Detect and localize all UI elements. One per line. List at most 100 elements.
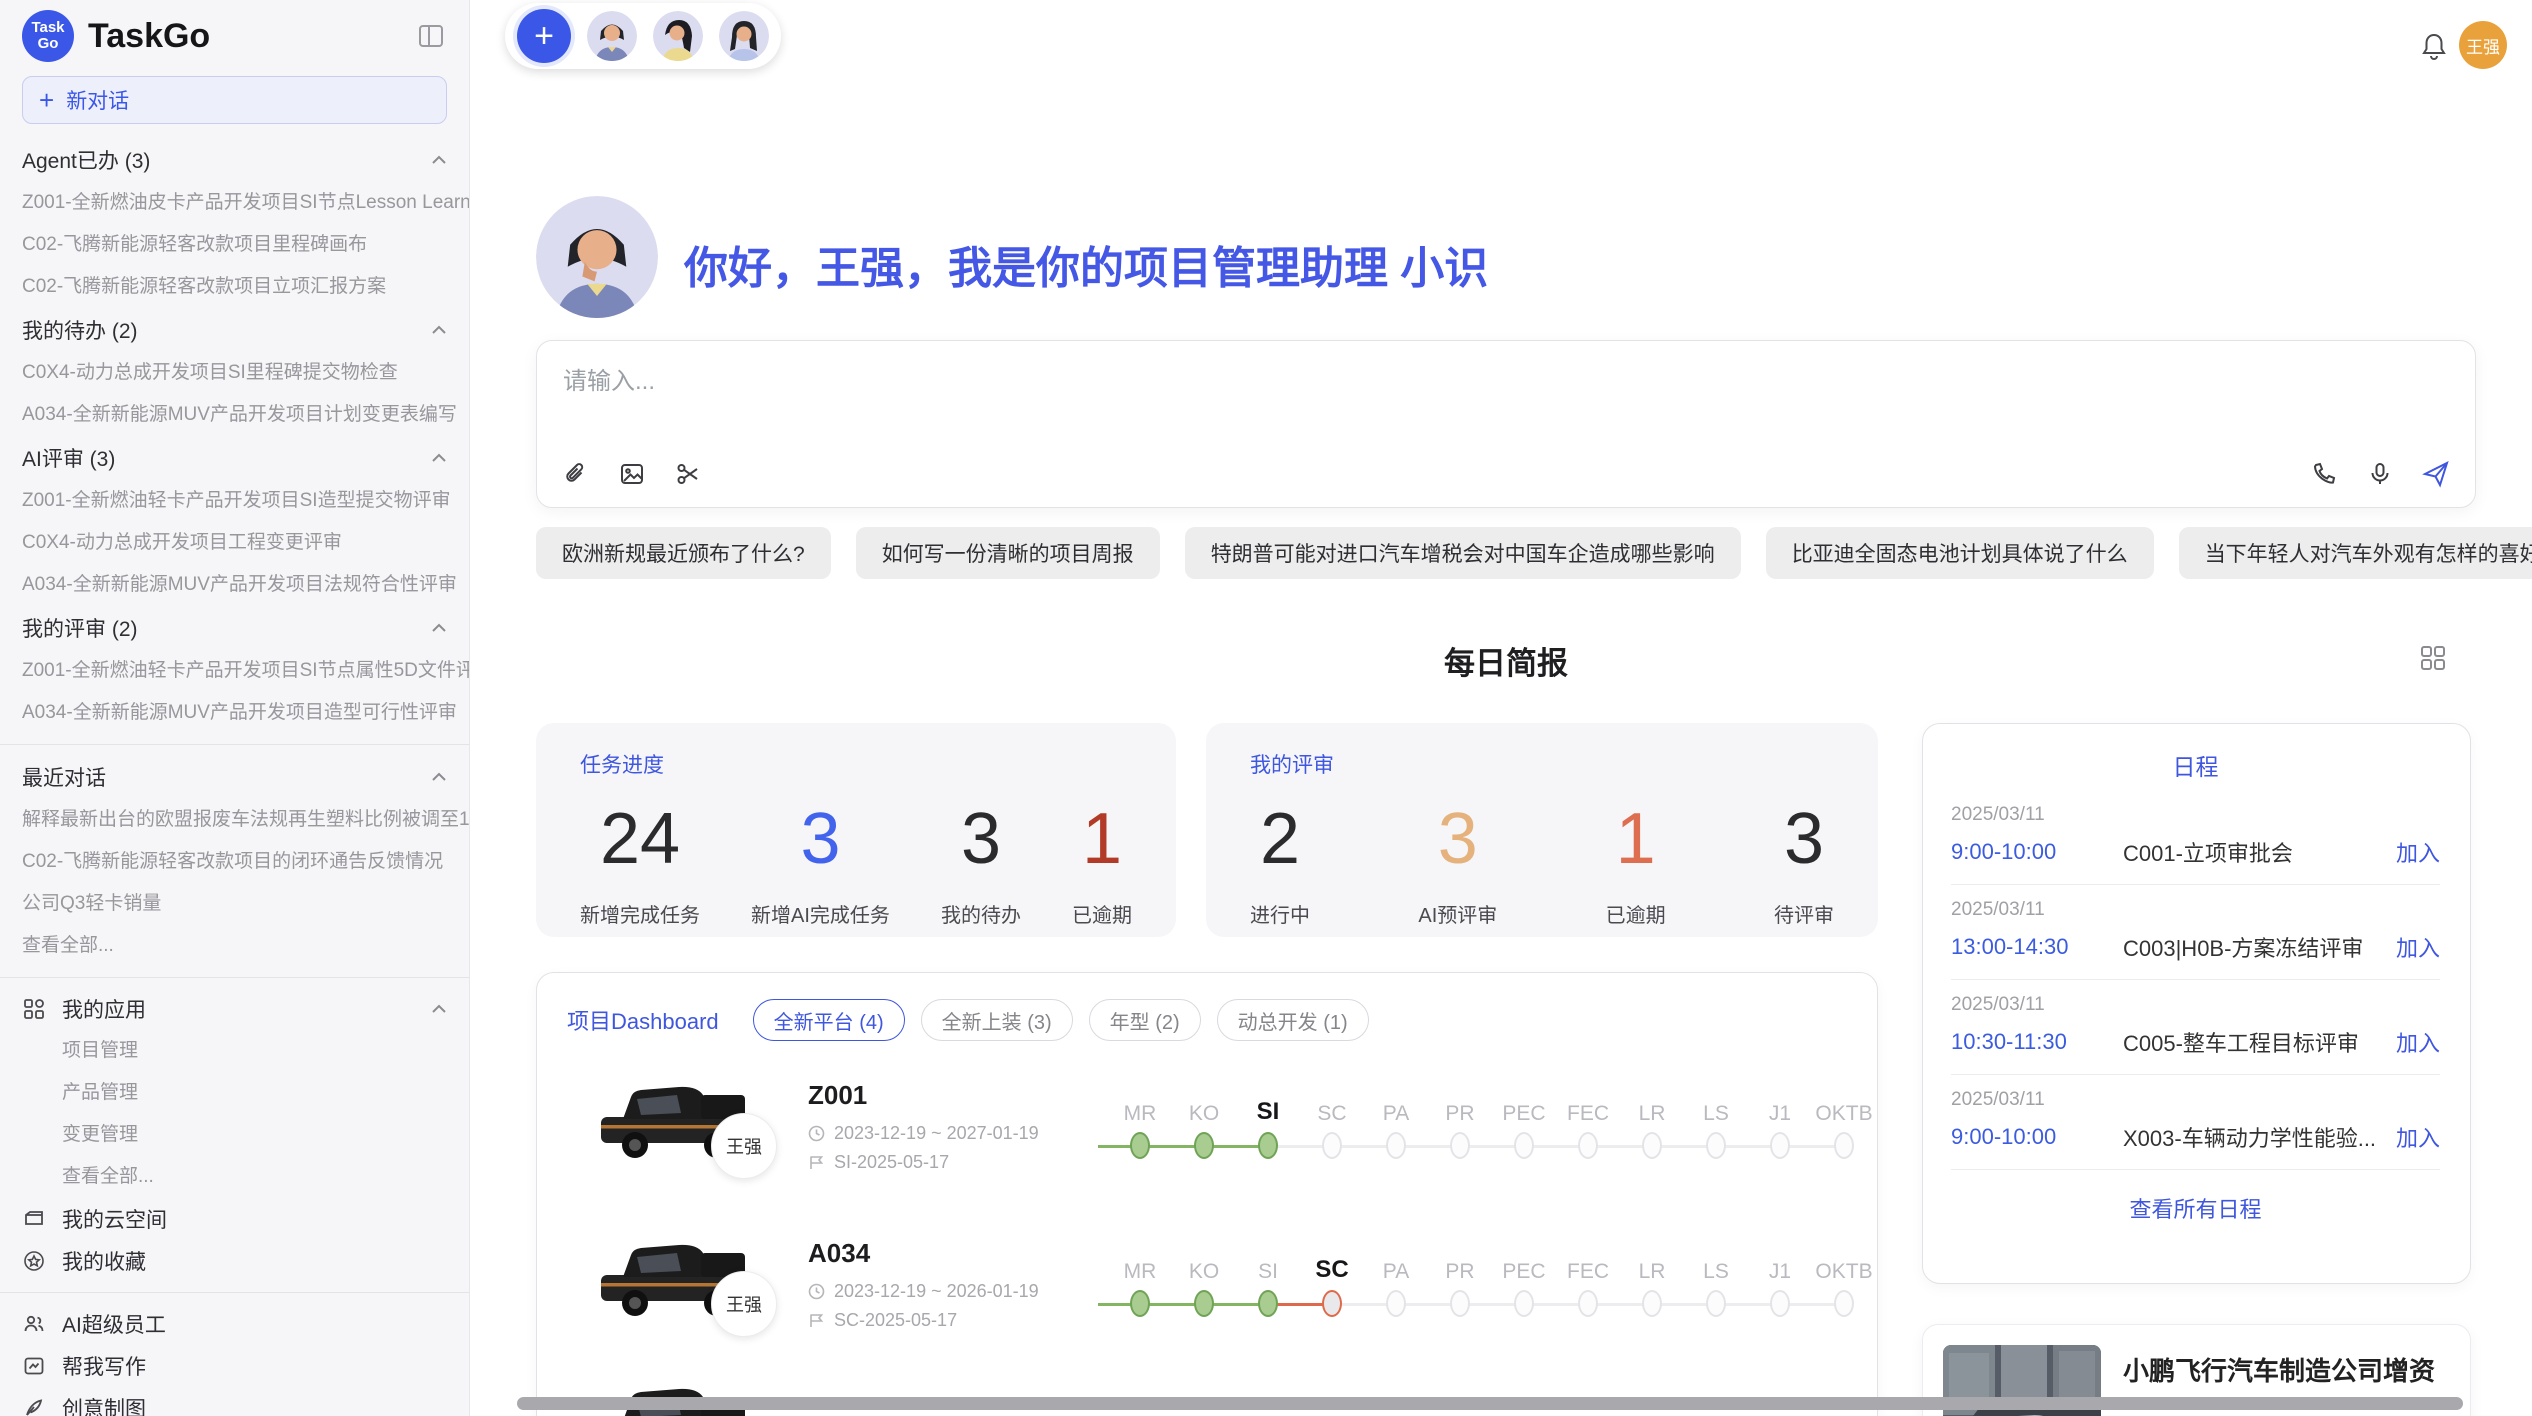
new-conversation-button[interactable]: +: [517, 9, 571, 63]
event-name: C003|H0B-方案冻结评审: [2123, 931, 2386, 963]
sidebar-item-favorites[interactable]: 我的收藏: [0, 1240, 469, 1282]
suggestion-chip[interactable]: 当下年轻人对汽车外观有怎样的喜好趋势: [2179, 527, 2532, 579]
stat: 1 已逾期: [1606, 803, 1666, 928]
section-list-recent: 解释最新出台的欧盟报废车法规再生塑料比例被调至15%... C02-飞腾新能源轻…: [0, 799, 469, 967]
join-button[interactable]: 加入: [2396, 1026, 2440, 1058]
card-title: 任务进度: [580, 749, 1132, 779]
notifications-bell-icon[interactable]: [2418, 30, 2450, 62]
agent-avatar-3[interactable]: [719, 11, 769, 61]
layout-grid-icon[interactable]: [2418, 643, 2448, 673]
attachment-icon[interactable]: [561, 459, 591, 489]
sidebar-toggle-icon[interactable]: [415, 20, 447, 52]
join-button[interactable]: 加入: [2396, 1121, 2440, 1153]
sidebar-item[interactable]: 变更管理: [0, 1114, 469, 1156]
milestone-dot-j1: [1770, 1132, 1790, 1159]
flag-icon: [808, 1154, 825, 1171]
project-dashboard-card: 项目Dashboard 全新平台 (4) 全新上装 (3) 年型 (2) 动总开…: [536, 972, 1878, 1416]
sidebar-item[interactable]: C02-飞腾新能源轻客改款项目的闭环通告反馈情况: [0, 841, 469, 883]
sidebar-item[interactable]: Z001-全新燃油轻卡产品开发项目SI节点属性5D文件评审: [0, 650, 469, 692]
divider: [0, 1292, 469, 1293]
milestone-lr: LR: [1620, 1248, 1684, 1320]
horizontal-scrollbar[interactable]: [517, 1397, 2463, 1410]
milestone-j1: J1: [1748, 1248, 1812, 1320]
briefing-title: 每日简报: [536, 638, 2476, 683]
section-header-agent-done[interactable]: Agent已办 (3): [0, 138, 469, 182]
sidebar-item[interactable]: A034-全新新能源MUV产品开发项目法规符合性评审: [0, 564, 469, 606]
sidebar-item-ai-super-staff[interactable]: AI超级员工: [0, 1303, 469, 1345]
project-code: Z001: [808, 1080, 1108, 1111]
join-button[interactable]: 加入: [2396, 931, 2440, 963]
dashboard-filter[interactable]: 动总开发 (1): [1217, 999, 1369, 1041]
stat-label: 新增完成任务: [580, 899, 700, 928]
sidebar-item[interactable]: 查看全部...: [0, 1156, 469, 1198]
suggestion-chip[interactable]: 比亚迪全固态电池计划具体说了什么: [1766, 527, 2154, 579]
section-header-my-todo[interactable]: 我的待办 (2): [0, 308, 469, 352]
section-header-my-review[interactable]: 我的评审 (2): [0, 606, 469, 650]
flag-icon: [808, 1312, 825, 1329]
view-all-schedule-link[interactable]: 查看所有日程: [1951, 1170, 2440, 1246]
stat-value: 24: [600, 803, 680, 875]
chevron-up-icon: [431, 325, 447, 335]
stat-label: 已逾期: [1606, 899, 1666, 928]
dashboard-filter[interactable]: 全新平台 (4): [753, 999, 905, 1041]
milestone-pr: PR: [1428, 1248, 1492, 1320]
sidebar-item[interactable]: 公司Q3轻卡销量: [0, 883, 469, 925]
sidebar-item[interactable]: 产品管理: [0, 1072, 469, 1114]
milestone-si: SI: [1236, 1248, 1300, 1320]
milestone-dot-j1: [1770, 1290, 1790, 1317]
sidebar-item-creative-draw[interactable]: 创意制图: [0, 1387, 469, 1416]
sidebar-item-my-apps[interactable]: 我的应用: [0, 988, 469, 1030]
suggestion-chip[interactable]: 欧洲新规最近颁布了什么?: [536, 527, 831, 579]
sidebar-item[interactable]: 查看全部...: [0, 925, 469, 967]
sidebar-item[interactable]: C02-飞腾新能源轻客改款项目里程碑画布: [0, 224, 469, 266]
suggestion-chip[interactable]: 特朗普可能对进口汽车增税会对中国车企造成哪些影响: [1185, 527, 1741, 579]
sidebar-item[interactable]: 项目管理: [0, 1030, 469, 1072]
sidebar-item-help-write[interactable]: 帮我写作: [0, 1345, 469, 1387]
milestone-dot-pec: [1514, 1132, 1534, 1159]
section-header-ai-review[interactable]: AI评审 (3): [0, 436, 469, 480]
dashboard-filter[interactable]: 全新上装 (3): [921, 999, 1073, 1041]
section-list-agent-done: Z001-全新燃油皮卡产品开发项目SI节点Lesson Learn报告 C02-…: [0, 182, 469, 308]
agent-avatar-1[interactable]: [587, 11, 637, 61]
project-row[interactable]: 王强 A034 2023-12-19 ~ 2026-01-19 SC-2025-…: [537, 1205, 1877, 1363]
schedule-event: 2025/03/11 10:30-11:30 C005-整车工程目标评审 加入: [1951, 980, 2440, 1075]
sidebar-item[interactable]: Z001-全新燃油轻卡产品开发项目SI造型提交物评审: [0, 480, 469, 522]
clock-icon: [808, 1283, 825, 1300]
sidebar-item[interactable]: C0X4-动力总成开发项目SI里程碑提交物检查: [0, 352, 469, 394]
sidebar-item-cloud-space[interactable]: 我的云空间: [0, 1198, 469, 1240]
milestone-dot-oktb: [1834, 1290, 1854, 1317]
milestone-track: MRKOSISCPAPRPECFECLRLSJ1OKTB: [1108, 1090, 1876, 1162]
suggestion-chip[interactable]: 如何写一份清晰的项目周报: [856, 527, 1160, 579]
new-chat-button[interactable]: + 新对话: [22, 76, 447, 124]
image-icon[interactable]: [617, 459, 647, 489]
sidebar-item[interactable]: C02-飞腾新能源轻客改款项目立项汇报方案: [0, 266, 469, 308]
dashboard-filter[interactable]: 年型 (2): [1089, 999, 1201, 1041]
agent-avatar-2[interactable]: [653, 11, 703, 61]
send-icon[interactable]: [2421, 459, 2451, 489]
phone-call-icon[interactable]: [2309, 459, 2339, 489]
project-dates: 2023-12-19 ~ 2026-01-19: [834, 1281, 1039, 1302]
join-button[interactable]: 加入: [2396, 836, 2440, 868]
sidebar-item[interactable]: 解释最新出台的欧盟报废车法规再生塑料比例被调至15%...: [0, 799, 469, 841]
chat-input[interactable]: [561, 359, 2451, 433]
suggestion-chips: 欧洲新规最近颁布了什么? 如何写一份清晰的项目周报 特朗普可能对进口汽车增税会对…: [536, 527, 2532, 579]
stat-value: 3: [1438, 803, 1478, 875]
my-review-card: 我的评审 2 进行中 3 AI预评审 1 已逾期 3 待评审: [1206, 723, 1878, 937]
sidebar-item[interactable]: A034-全新新能源MUV产品开发项目造型可行性评审: [0, 692, 469, 734]
event-date: 2025/03/11: [1951, 1089, 2440, 1111]
section-title: 我的评审 (2): [22, 613, 138, 643]
sidebar-item-label: AI超级员工: [62, 1309, 166, 1339]
project-row[interactable]: 王强 Z001 2023-12-19 ~ 2027-01-19 SI-2025-…: [537, 1047, 1877, 1205]
sidebar-item[interactable]: C0X4-动力总成开发项目工程变更评审: [0, 522, 469, 564]
microphone-icon[interactable]: [2365, 459, 2395, 489]
sidebar-item[interactable]: A034-全新新能源MUV产品开发项目计划变更表编写: [0, 394, 469, 436]
app-title: TaskGo: [88, 17, 401, 56]
sidebar-item-label: 我的云空间: [62, 1204, 167, 1234]
section-header-recent[interactable]: 最近对话: [0, 755, 469, 799]
user-avatar[interactable]: 王强: [2459, 21, 2507, 69]
milestone-pr: PR: [1428, 1090, 1492, 1162]
event-date: 2025/03/11: [1951, 994, 2440, 1016]
milestone-dot-pa: [1386, 1132, 1406, 1159]
sidebar-item[interactable]: Z001-全新燃油皮卡产品开发项目SI节点Lesson Learn报告: [0, 182, 469, 224]
scissors-icon[interactable]: [673, 459, 703, 489]
